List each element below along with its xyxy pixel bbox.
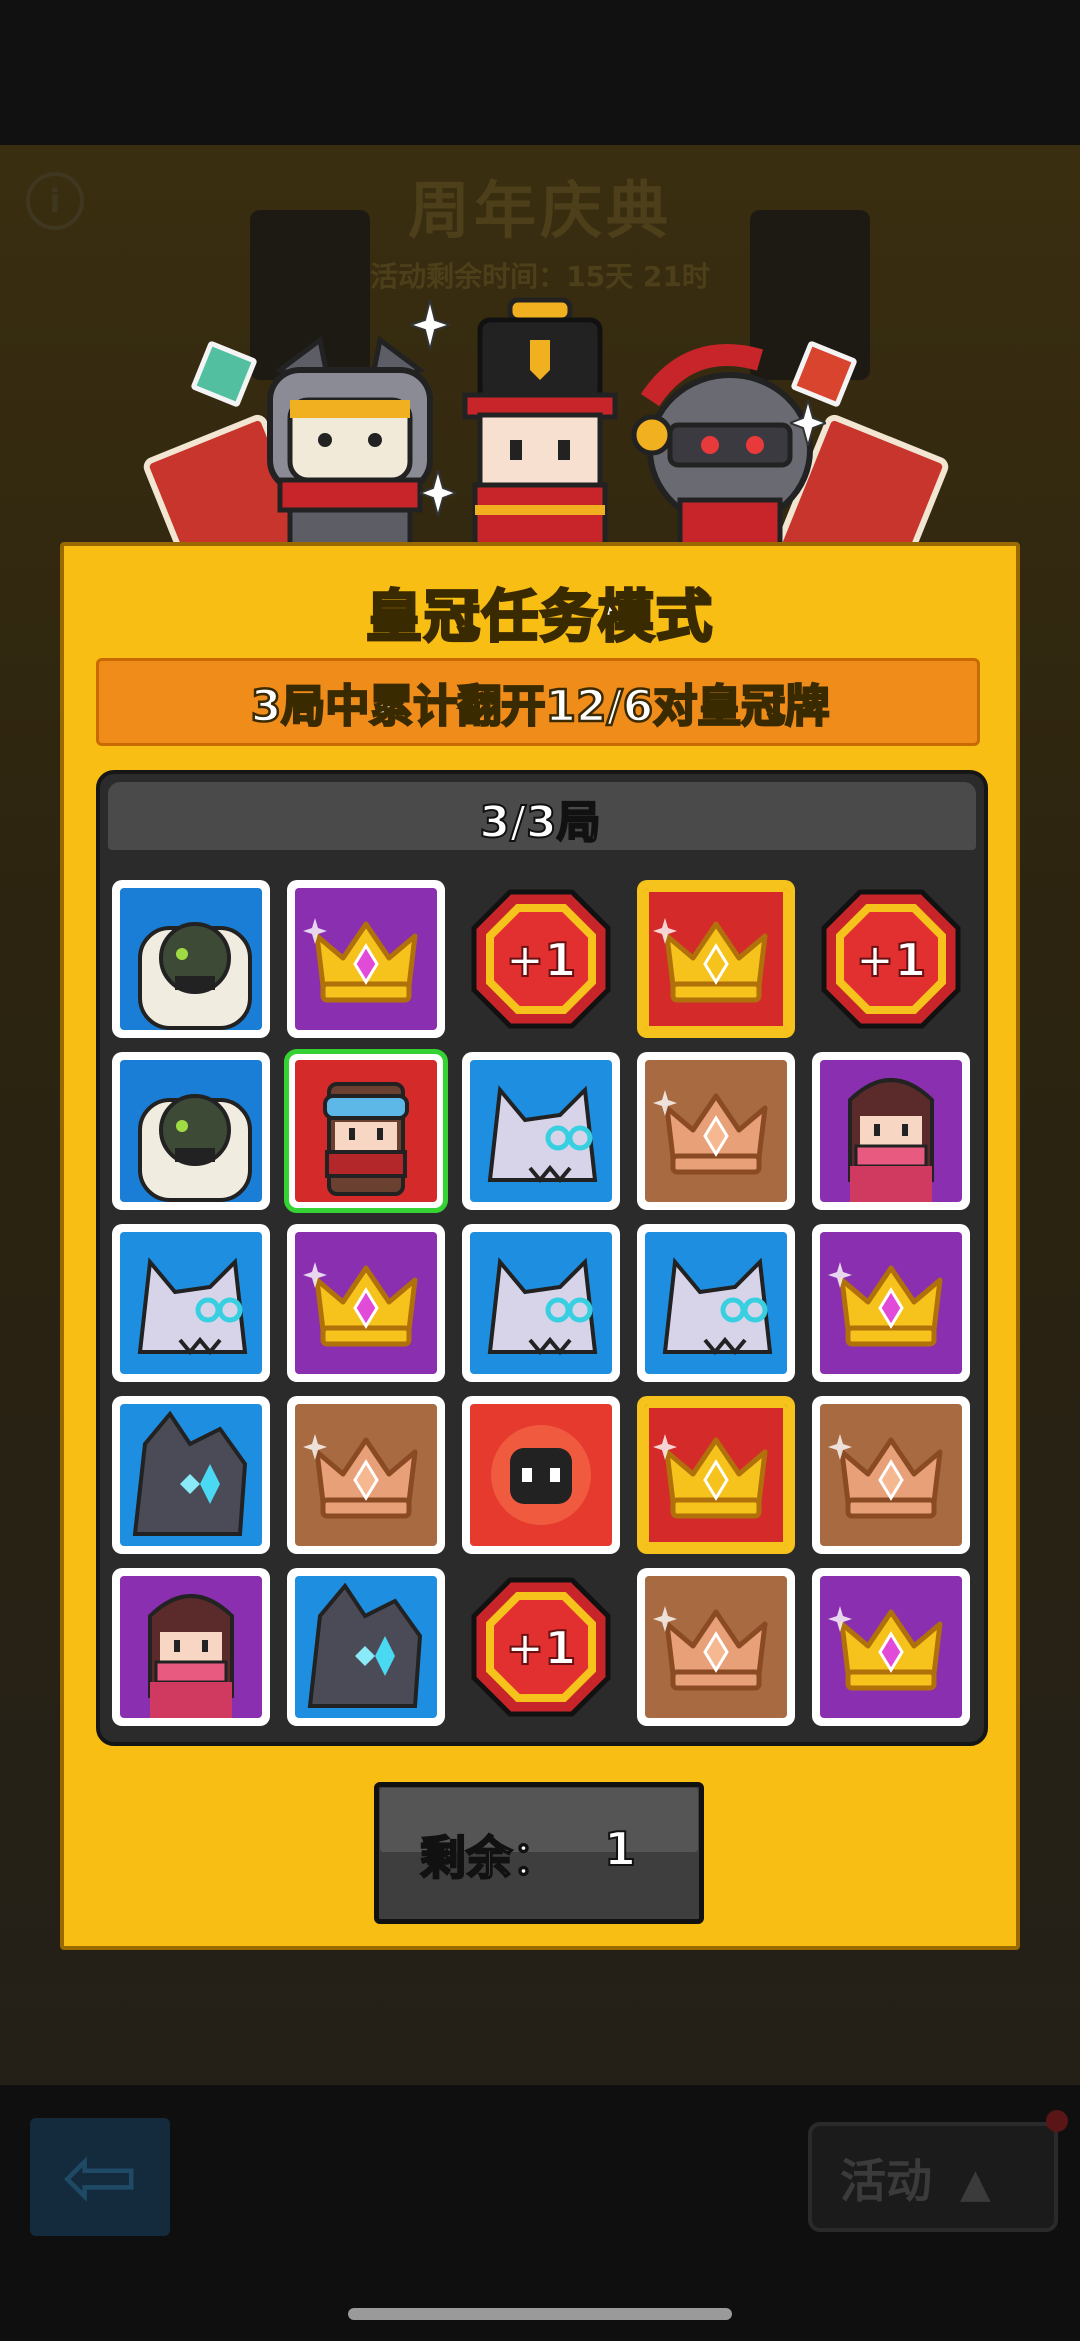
bronze-crown-tile[interactable]: [637, 1052, 795, 1210]
back-arrow-icon[interactable]: ⇦: [30, 2118, 170, 2236]
event-title: 周年庆典: [407, 174, 672, 247]
home-indicator: [348, 2308, 732, 2320]
gold-crown-purple-tile[interactable]: [812, 1224, 970, 1382]
svg-text:+1: +1: [506, 933, 577, 987]
info-icon[interactable]: i: [26, 172, 84, 230]
event-timer: 活动剩余时间：15天 21时: [370, 260, 710, 293]
wolf-card-tile[interactable]: [112, 1224, 270, 1382]
pink-ninja-card-tile[interactable]: [812, 1052, 970, 1210]
plus-one-card-tile[interactable]: +1: [812, 880, 970, 1038]
captain-hero: [462, 297, 618, 545]
triangle-up-icon: ▲: [960, 2161, 991, 2207]
remaining-label: 剩余：: [419, 1830, 559, 1886]
dark-dragon-card-tile[interactable]: [287, 1568, 445, 1726]
bronze-crown-tile[interactable]: [287, 1396, 445, 1554]
robot-card-tile[interactable]: [112, 880, 270, 1038]
panel-title: 皇冠任务模式: [365, 584, 714, 652]
task-description: 3局中累计翻开12/6对皇冠牌: [249, 680, 830, 734]
plus-one-card-tile[interactable]: +1: [462, 880, 620, 1038]
svg-text:+1: +1: [506, 1621, 577, 1675]
card-grid: +1 +1 +1: [112, 880, 972, 1726]
dark-dragon-card-tile[interactable]: [112, 1396, 270, 1554]
gold-crown-purple-tile[interactable]: [287, 1224, 445, 1382]
bronze-crown-tile[interactable]: [812, 1396, 970, 1554]
wolf-card-tile[interactable]: [637, 1224, 795, 1382]
notification-badge: [1046, 2110, 1068, 2132]
remaining-count: 1: [603, 1821, 637, 1877]
gold-crown-purple-tile[interactable]: [812, 1568, 970, 1726]
robot-card-tile[interactable]: [112, 1052, 270, 1210]
activity-button[interactable]: 活动 ▲: [808, 2122, 1058, 2232]
bomb-card-tile[interactable]: [462, 1396, 620, 1554]
svg-text:+1: +1: [856, 933, 927, 987]
wolf-card-tile[interactable]: [462, 1052, 620, 1210]
red-ninja-card-selected-tile[interactable]: [284, 1049, 448, 1213]
gold-crown-red-tile[interactable]: [637, 880, 795, 1038]
wolf-card-tile[interactable]: [462, 1224, 620, 1382]
sparkle-icon: [420, 470, 456, 516]
plus-one-card-tile[interactable]: +1: [462, 1568, 620, 1726]
activity-label: 活动: [840, 2154, 932, 2208]
sparkle-icon: [410, 300, 450, 350]
gold-crown-purple-tile[interactable]: [287, 880, 445, 1038]
sparkle-icon: [790, 400, 826, 446]
gold-crown-red-tile[interactable]: [637, 1396, 795, 1554]
pink-ninja-card-tile[interactable]: [112, 1568, 270, 1726]
round-counter: 3/3局: [478, 796, 601, 849]
bronze-crown-tile[interactable]: [637, 1568, 795, 1726]
